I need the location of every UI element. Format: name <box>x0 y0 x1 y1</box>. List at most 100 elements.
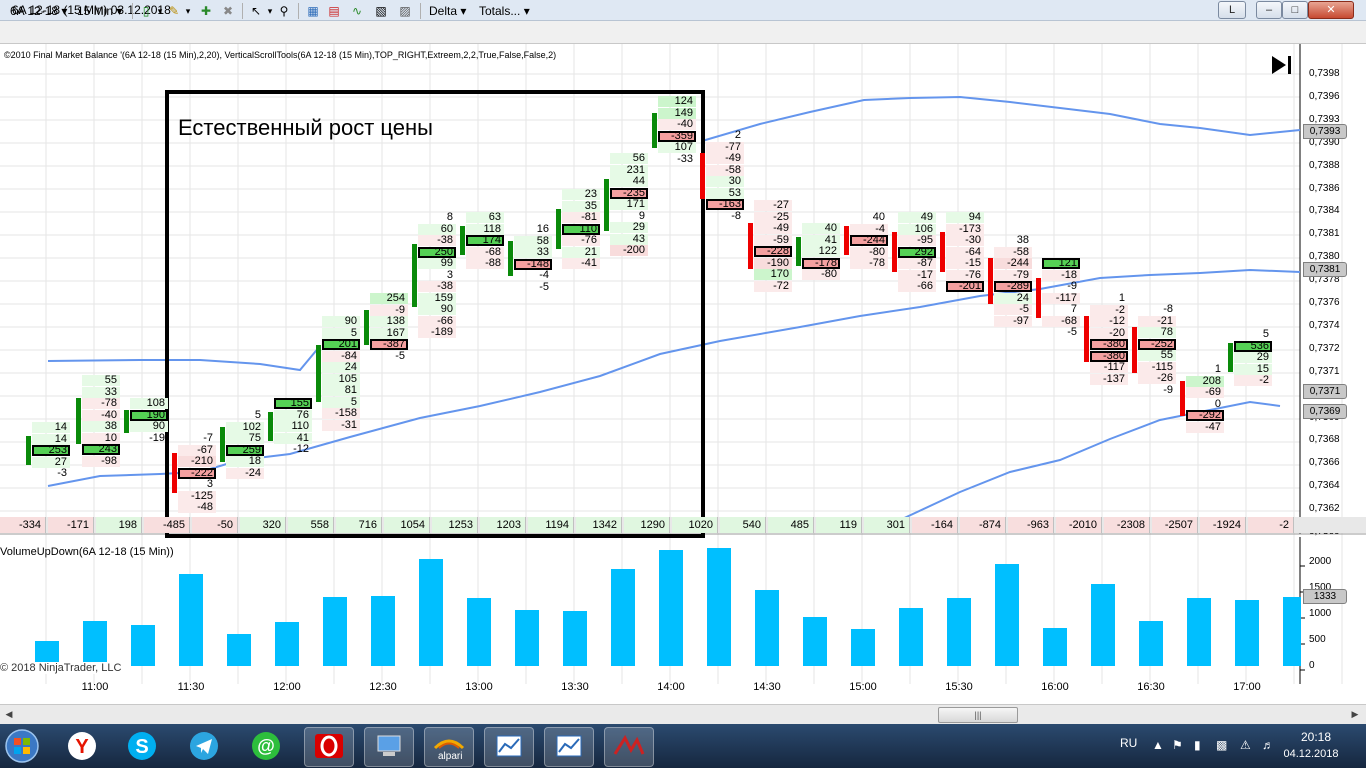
maximize-button[interactable]: □ <box>1282 1 1308 19</box>
footprint-cell: -2 <box>1090 304 1128 316</box>
price-axis-label: 0,7384 <box>1309 205 1340 217</box>
link-button[interactable]: L <box>1218 1 1246 19</box>
chart-annotation-text[interactable]: Естественный рост цены <box>178 115 433 141</box>
footprint-cell: -210 <box>178 456 216 467</box>
footprint-cell: 76 <box>274 409 312 421</box>
svg-text:S: S <box>135 736 148 758</box>
footprint-cell: -77 <box>706 141 744 153</box>
copyright: © 2018 NinjaTrader, LLC <box>0 662 122 674</box>
footprint-cell: -8 <box>1163 303 1173 315</box>
volume-icon[interactable]: ♬ <box>1262 738 1274 752</box>
footprint-cell: 44 <box>610 176 648 187</box>
taskbar-skype[interactable]: S <box>118 727 166 765</box>
candle-body <box>652 113 657 148</box>
clock-time[interactable]: 20:18 <box>1286 730 1346 744</box>
volume-bar <box>371 596 395 666</box>
footprint-cell: -88 <box>466 258 504 269</box>
delta-cell: -963 <box>1008 517 1054 533</box>
volume-axis-label: 0 <box>1309 660 1315 671</box>
delta-cell: -2507 <box>1152 517 1198 533</box>
taskbar-ninjatrader-main[interactable] <box>604 727 654 767</box>
zoom-icon[interactable]: ⚲ <box>276 3 292 19</box>
volume-axis-label: 2000 <box>1309 556 1332 567</box>
footprint-cell: 190 <box>130 409 168 421</box>
footprint-cell: -66 <box>898 281 936 292</box>
network-icon[interactable]: ▩ <box>1216 738 1227 752</box>
time-axis-label: 12:30 <box>369 681 397 693</box>
footprint-cell: -47 <box>1186 421 1224 433</box>
scrollbar-thumb[interactable]: ||| <box>938 707 1018 723</box>
taskbar-yandex-browser[interactable]: Y <box>58 727 106 765</box>
footprint-cell: 110 <box>274 421 312 432</box>
footprint-cell: -67 <box>178 444 216 456</box>
candle-body <box>268 412 273 442</box>
close-button[interactable]: ✕ <box>1308 1 1354 19</box>
footprint-cell: -380 <box>1090 339 1128 350</box>
delta-cell: 301 <box>864 517 910 533</box>
template-icon[interactable]: ▨ <box>397 3 413 19</box>
delta-selector[interactable]: Delta ▾ <box>429 2 466 20</box>
volume-bar <box>1091 584 1115 666</box>
footprint-cell: -15 <box>946 258 984 269</box>
footprint-cell: -235 <box>610 187 648 199</box>
bar-chart-icon[interactable]: ▤ <box>326 3 342 19</box>
candle-body <box>1132 327 1137 373</box>
start-button[interactable] <box>2 727 42 765</box>
volume-axis-label: 500 <box>1309 634 1326 645</box>
taskbar-telegram[interactable] <box>180 727 228 765</box>
footprint-cell: -9 <box>1067 280 1077 292</box>
footprint-cell: -30 <box>946 235 984 246</box>
properties-icon[interactable]: ▦ <box>305 3 321 19</box>
language-indicator[interactable]: RU <box>1120 736 1137 750</box>
taskbar-ninjatrader-1[interactable] <box>484 727 534 767</box>
footprint-cell: -84 <box>322 350 360 362</box>
candle-body <box>172 453 177 494</box>
volume-bar <box>611 569 635 666</box>
add-indicator-icon[interactable]: ✚ <box>198 3 214 19</box>
footprint-cell: 250 <box>418 246 456 258</box>
delta-cell: -50 <box>192 517 238 533</box>
candle-body <box>940 232 945 273</box>
footprint-cell: 121 <box>1042 258 1080 269</box>
candle-body <box>700 153 705 199</box>
flag-icon[interactable]: ⚑ <box>1172 738 1183 752</box>
footprint-cell: -24 <box>226 467 264 479</box>
alert-icon[interactable]: ⚠ <box>1240 738 1251 752</box>
scroll-right-icon[interactable]: ▶ <box>1348 707 1362 721</box>
candle-body <box>604 178 609 231</box>
footprint-cell: 7 <box>1070 303 1077 315</box>
remove-indicator-icon[interactable]: ✖ <box>220 3 236 19</box>
totals-label: Totals... <box>479 4 521 18</box>
device-icon[interactable]: ▮ <box>1194 738 1201 752</box>
data-box-icon[interactable]: ▧ <box>373 3 389 19</box>
candle-body <box>556 209 561 250</box>
scroll-left-icon[interactable]: ◀ <box>2 707 16 721</box>
horizontal-scrollbar[interactable] <box>0 704 1366 724</box>
footprint-cell: -19 <box>149 431 165 444</box>
footprint-cell: 5 <box>1262 328 1269 340</box>
footprint-cell: -189 <box>418 327 456 338</box>
taskbar-computer[interactable] <box>364 727 414 767</box>
delta-cell: 716 <box>336 517 382 533</box>
footprint-cell: -158 <box>322 408 360 419</box>
instrument-selector[interactable]: 6A 12-18 ▾ <box>10 2 67 20</box>
footprint-cell: 231 <box>610 164 648 176</box>
scroll-to-end-icon[interactable] <box>1270 54 1294 76</box>
tray-expand-icon[interactable]: ▲ <box>1152 738 1164 752</box>
interval-selector[interactable]: 15 Min ▾ <box>77 2 122 20</box>
line-chart-icon[interactable]: ∿ <box>349 3 365 19</box>
taskbar-ninjatrader-2[interactable] <box>544 727 594 767</box>
minimize-button[interactable]: – <box>1256 1 1282 19</box>
footprint-cell: -78 <box>82 398 120 409</box>
footprint-cell: -8 <box>731 209 741 222</box>
candle-body <box>412 243 417 307</box>
totals-selector[interactable]: Totals... ▾ <box>479 2 530 20</box>
footprint-cell: 56 <box>610 153 648 164</box>
volume-bar <box>563 611 587 666</box>
chevron-down-icon[interactable]: ▾ <box>180 3 196 19</box>
clock-date[interactable]: 04.12.2018 <box>1276 748 1346 760</box>
taskbar-opera[interactable] <box>304 727 354 767</box>
taskbar-mail-agent[interactable]: @ <box>242 727 290 765</box>
candle-body <box>1180 381 1185 416</box>
footprint-cell: -7 <box>203 432 213 444</box>
